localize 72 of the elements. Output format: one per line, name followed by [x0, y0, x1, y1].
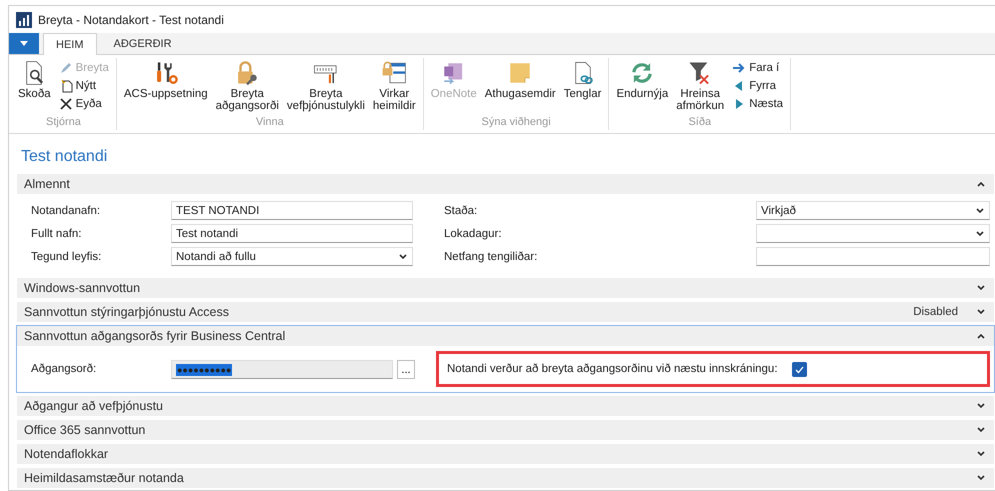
- arrow-right-icon: [732, 60, 746, 74]
- pencil-icon: [58, 60, 73, 74]
- field-label: Notandanafn:: [31, 204, 102, 219]
- text-field[interactable]: TEST NOTANDI: [171, 201, 413, 220]
- delete-icon: [58, 96, 73, 110]
- section-header[interactable]: Sannvottun stýringarþjónustu Access Disabled: [17, 302, 994, 322]
- assist-button[interactable]: ...: [397, 360, 415, 379]
- ribbon-button[interactable]: Skoða: [15, 58, 54, 116]
- checkmark-icon: [794, 364, 804, 374]
- ribbon-button[interactable]: Breyta aðgangsorði: [212, 58, 282, 116]
- ribbon-button[interactable]: Fara í: [729, 59, 786, 76]
- section-header[interactable]: Almennt: [17, 174, 994, 194]
- field-label: Aðgangsorð:: [31, 362, 98, 377]
- section-header[interactable]: Windows-sannvottun: [17, 278, 994, 298]
- ribbon-button[interactable]: Nýtt: [56, 77, 112, 94]
- ribbon-button[interactable]: Hreinsa afmörkun: [673, 58, 728, 116]
- file-menu-button[interactable]: [9, 33, 39, 54]
- section-header[interactable]: Notendaflokkar: [17, 444, 994, 464]
- section-summary: Disabled: [913, 306, 958, 318]
- field-value: Test notandi: [176, 228, 238, 240]
- ribbon-button[interactable]: Breyta vefþjónustulykli: [284, 58, 368, 116]
- dropdown-field[interactable]: [756, 224, 990, 243]
- ribbon-button[interactable]: Endurnýja: [613, 58, 672, 116]
- section-title: Office 365 sannvottun: [24, 423, 146, 437]
- dropdown-field[interactable]: Notandi að fullu: [171, 247, 413, 266]
- ribbon-button[interactable]: Tenglar: [560, 58, 604, 116]
- chevron-down-icon: [975, 206, 985, 216]
- section-title: Aðgangur að vefþjónustu: [24, 399, 164, 413]
- chevron-down-icon: [975, 228, 985, 238]
- ribbon-button[interactable]: Næsta: [729, 95, 786, 112]
- section-header[interactable]: Heimildasamstæður notanda: [17, 468, 994, 488]
- section-header[interactable]: Aðgangur að vefþjónustu: [17, 396, 994, 416]
- ribbon-button[interactable]: ACS-uppsetning: [120, 58, 211, 116]
- window-title: Breyta - Notandakort - Test notandi: [38, 12, 224, 26]
- caret-icon: [20, 40, 28, 46]
- field-value: TEST NOTANDI: [176, 204, 260, 216]
- field-label: Tegund leyfis:: [31, 250, 102, 265]
- app-icon: [16, 12, 32, 28]
- section-title: Heimildasamstæður notanda: [24, 471, 185, 485]
- section-title: Notendaflokkar: [24, 447, 110, 461]
- ribbon-button[interactable]: Eyða: [56, 95, 112, 112]
- group-label: Vinna: [254, 116, 285, 130]
- text-field[interactable]: Test notandi: [171, 224, 413, 243]
- group-label: Síða: [687, 116, 712, 130]
- field-value: Notandi að fullu: [176, 250, 256, 262]
- section-header[interactable]: Office 365 sannvottun: [17, 420, 994, 440]
- dropdown-field[interactable]: Virkjað: [756, 201, 990, 220]
- field-label: Staða:: [444, 204, 478, 219]
- section-header[interactable]: Sannvottun aðgangsorðs fyrir Business Central: [17, 326, 994, 346]
- chevron-down-icon: [398, 252, 408, 262]
- section-title: Almennt: [24, 177, 71, 191]
- ribbon-tab[interactable]: HEIM: [43, 33, 96, 55]
- ribbon-button[interactable]: Athugasemdir: [482, 58, 559, 116]
- text-field[interactable]: [756, 247, 990, 266]
- new-document-icon: [58, 78, 73, 92]
- password-dots: ●●●●●●●●●●: [176, 364, 232, 376]
- field-label: Fullt nafn:: [31, 227, 82, 242]
- ribbon-button[interactable]: Fyrra: [729, 77, 786, 94]
- checkbox[interactable]: [792, 362, 807, 376]
- lock-window-icon: [381, 60, 408, 86]
- field-label: Notandi verður að breyta aðgangsorðinu við næstu innskráningu:: [447, 362, 778, 377]
- field-value: Virkjað: [761, 204, 796, 216]
- section-title: Sannvottun aðgangsorðs fyrir Business Central: [24, 329, 286, 343]
- group-label: Sýna viðhengi: [480, 116, 552, 130]
- section-title: Windows-sannvottun: [24, 281, 142, 295]
- field-label: Netfang tengiliðar:: [444, 250, 538, 265]
- group-label: Stjórna: [45, 116, 82, 130]
- ribbon-tab[interactable]: AÐGERÐIR: [100, 33, 185, 54]
- field-label: Lokadagur:: [444, 227, 503, 242]
- ribbon-button[interactable]: Virkar heimildir: [370, 58, 419, 116]
- page-title: Test notandi: [20, 147, 108, 167]
- section-title: Sannvottun stýringarþjónustu Access: [24, 305, 230, 319]
